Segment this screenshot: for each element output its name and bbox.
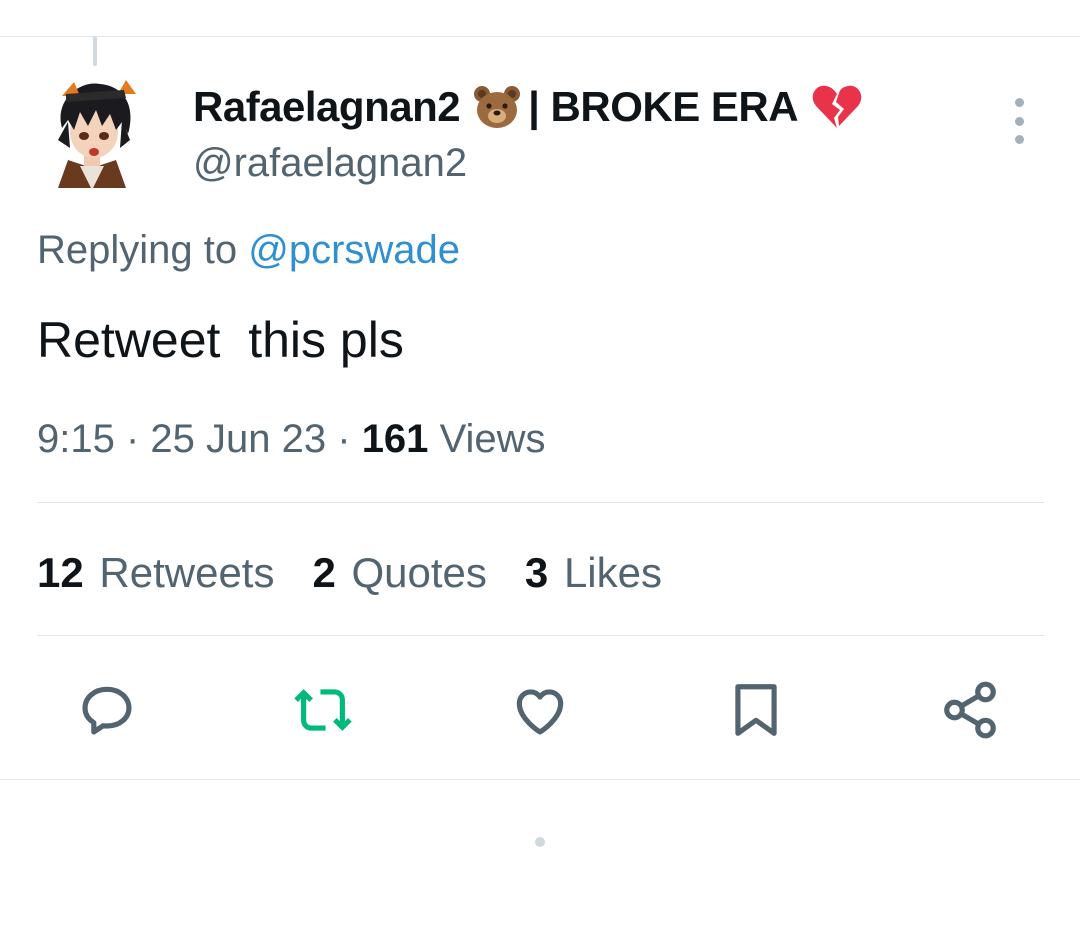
action-bar bbox=[0, 665, 1080, 755]
quotes-label: Quotes bbox=[351, 549, 487, 596]
meta-separator: · bbox=[125, 417, 151, 461]
loading-dot bbox=[535, 837, 545, 847]
like-icon bbox=[516, 689, 564, 735]
retweets-label: Retweets bbox=[99, 549, 275, 596]
meta-separator: · bbox=[337, 417, 362, 461]
retweets-stat[interactable]: 12 Retweets bbox=[37, 546, 274, 600]
replying-to-label: Replying to bbox=[37, 228, 238, 272]
avatar-image bbox=[58, 80, 136, 190]
quotes-stat[interactable]: 2 Quotes bbox=[312, 546, 486, 600]
likes-count: 3 bbox=[524, 549, 549, 596]
divider bbox=[0, 779, 1080, 780]
more-dot-icon bbox=[1014, 135, 1024, 144]
reply-mention-link[interactable]: @pcrswade bbox=[248, 228, 460, 272]
avatar[interactable] bbox=[40, 70, 144, 194]
quotes-count: 2 bbox=[312, 549, 336, 596]
display-name-suffix: | BROKE ERA bbox=[528, 83, 799, 130]
share-icon bbox=[944, 681, 996, 739]
more-options-button[interactable] bbox=[1002, 98, 1036, 144]
retweets-count: 12 bbox=[37, 549, 84, 596]
like-button[interactable] bbox=[505, 675, 575, 745]
views-label: Views bbox=[439, 417, 546, 461]
engagement-stats: 12 Retweets 2 Quotes 3 Likes bbox=[37, 546, 700, 600]
tweet-detail-page: Rafaelagnan2 | BROKE ERA @rafaelagnan2 R… bbox=[0, 0, 1080, 951]
divider bbox=[37, 635, 1044, 636]
share-button[interactable] bbox=[935, 675, 1005, 745]
tweet-time[interactable]: 9:15 bbox=[37, 417, 115, 461]
bookmark-button[interactable] bbox=[721, 675, 791, 745]
more-dot-icon bbox=[1014, 116, 1024, 126]
retweet-button[interactable] bbox=[288, 675, 358, 745]
tweet-text: Retweet this pls bbox=[37, 312, 404, 368]
tweet-meta: 9:15 · 25 Jun 23 · 161 Views bbox=[37, 414, 546, 464]
display-name-text: Rafaelagnan2 bbox=[193, 83, 461, 130]
bookmark-icon bbox=[735, 684, 777, 736]
tweet-date[interactable]: 25 Jun 23 bbox=[150, 417, 326, 461]
likes-label: Likes bbox=[563, 549, 663, 596]
broken-heart-emoji-icon bbox=[812, 84, 862, 130]
retweet-icon bbox=[294, 689, 352, 731]
display-name[interactable]: Rafaelagnan2 | BROKE ERA bbox=[193, 82, 862, 132]
reply-icon bbox=[82, 686, 132, 735]
top-divider bbox=[0, 36, 1080, 37]
views-count: 161 bbox=[361, 417, 429, 461]
divider bbox=[37, 502, 1044, 503]
thread-connector-line bbox=[93, 36, 97, 66]
reply-button[interactable] bbox=[72, 675, 142, 745]
bear-emoji-icon bbox=[472, 84, 522, 130]
likes-stat[interactable]: 3 Likes bbox=[525, 546, 662, 600]
more-dot-icon bbox=[1014, 98, 1024, 107]
replying-to: Replying to @pcrswade bbox=[37, 226, 460, 274]
user-handle[interactable]: @rafaelagnan2 bbox=[193, 140, 467, 186]
